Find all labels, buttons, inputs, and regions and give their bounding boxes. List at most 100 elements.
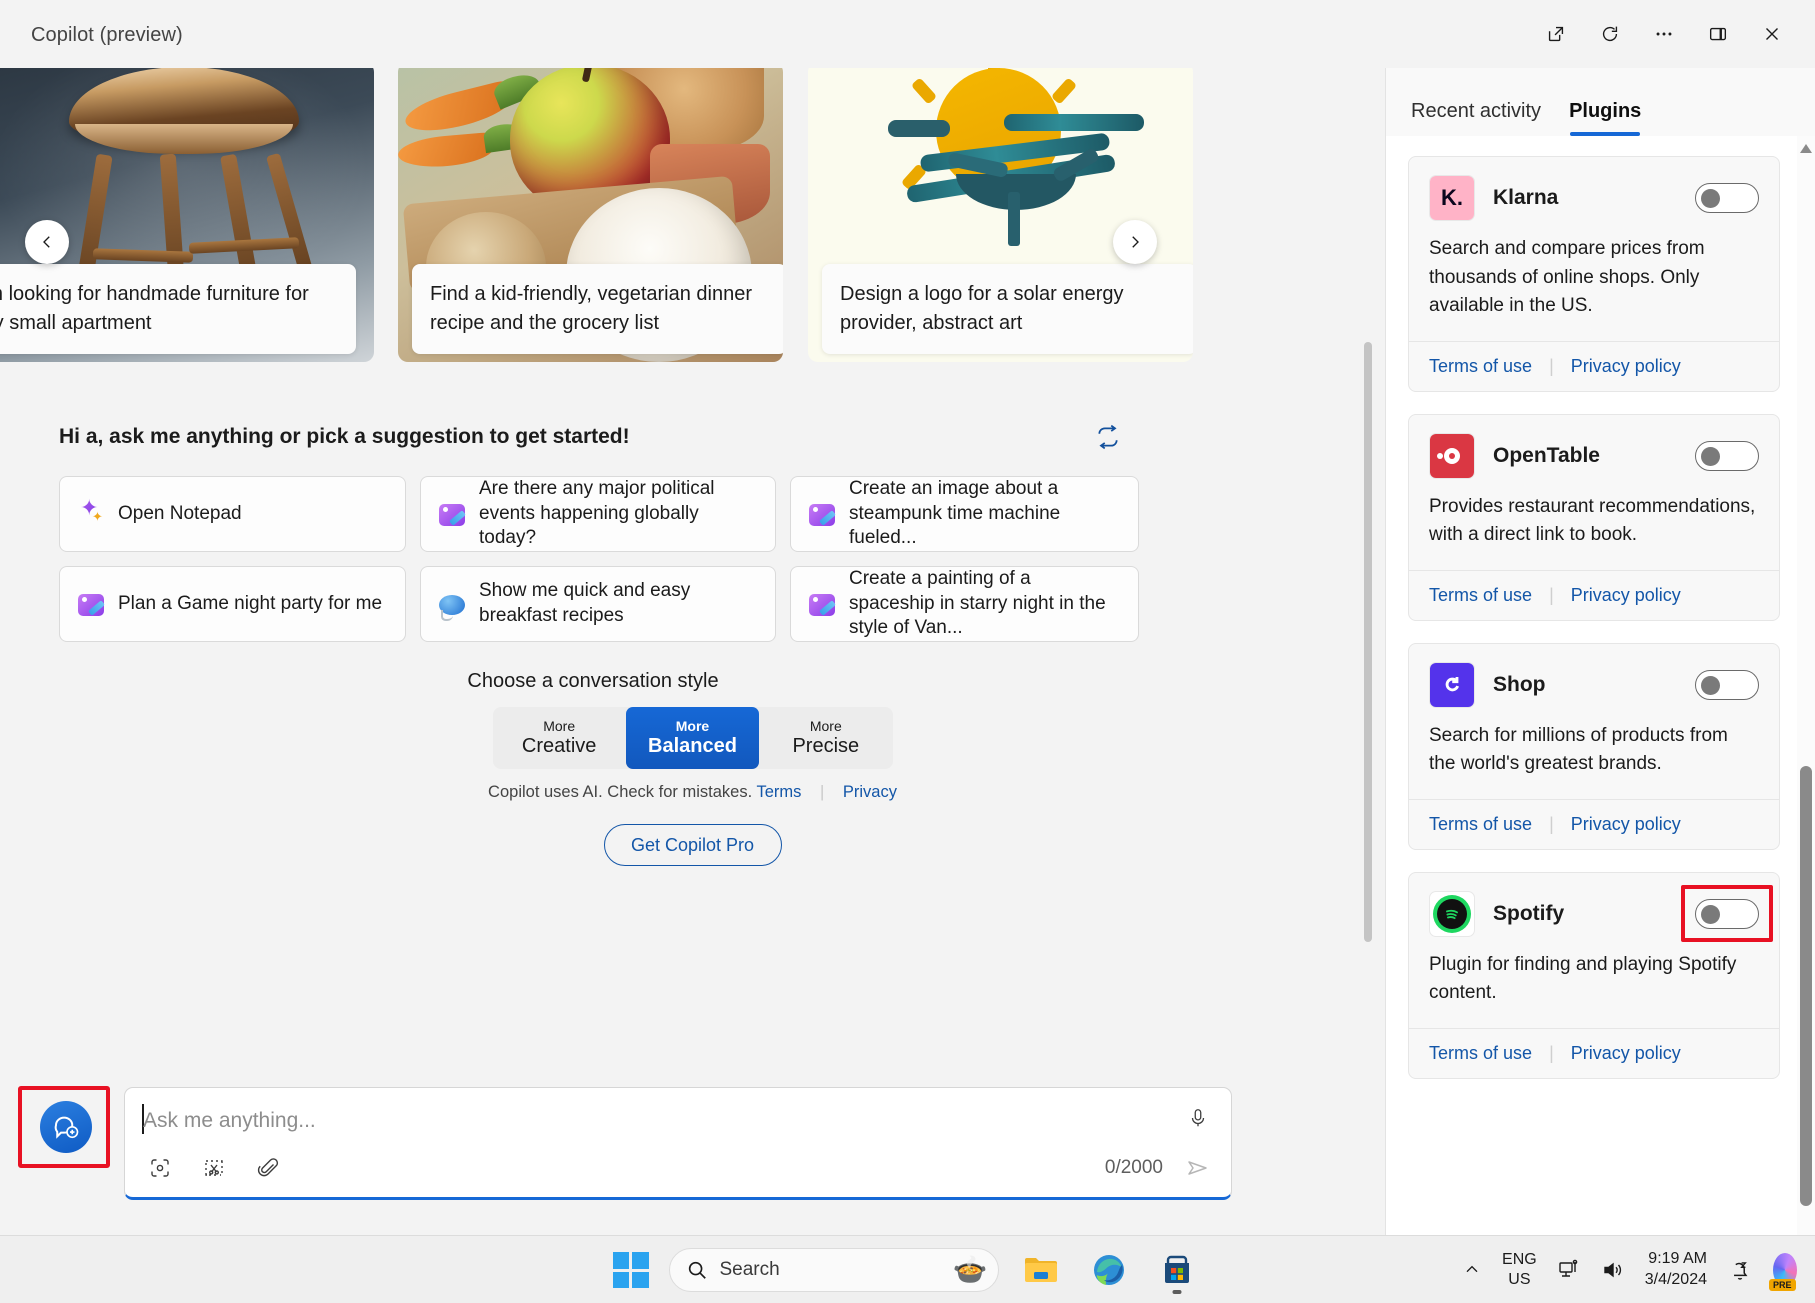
plugin-header: Spotify bbox=[1409, 873, 1779, 945]
plugin-card-opentable: OpenTable Provides restaurant recommenda… bbox=[1408, 413, 1780, 621]
clock-time: 9:19 AM bbox=[1648, 1250, 1707, 1268]
get-copilot-pro-button[interactable]: Get Copilot Pro bbox=[603, 824, 782, 866]
links-separator: | bbox=[1549, 355, 1554, 376]
conversation-style-label: Choose a conversation style bbox=[467, 670, 719, 692]
privacy-link[interactable]: Privacy bbox=[843, 783, 897, 801]
style-option-top: More bbox=[675, 718, 710, 735]
plugin-description: Search and compare prices from thousands… bbox=[1429, 238, 1705, 316]
refresh-suggestions-icon[interactable] bbox=[1091, 420, 1125, 454]
preview-badge: PRE bbox=[1769, 1279, 1796, 1291]
more-options-icon[interactable] bbox=[1637, 10, 1691, 58]
privacy-policy-link[interactable]: Privacy policy bbox=[1571, 585, 1681, 605]
window-titlebar: Copilot (preview) bbox=[0, 0, 1815, 68]
terms-of-use-link[interactable]: Terms of use bbox=[1429, 1043, 1532, 1063]
sparkle-icon bbox=[78, 495, 104, 527]
message-composer[interactable]: 0/2000 bbox=[124, 1087, 1232, 1200]
style-option-creative[interactable]: More Creative bbox=[493, 707, 626, 769]
plugin-toggle-opentable[interactable] bbox=[1695, 440, 1759, 471]
show-hidden-icons-chevron-icon[interactable] bbox=[1454, 1254, 1490, 1286]
volume-icon[interactable] bbox=[1593, 1252, 1633, 1288]
file-explorer-icon[interactable] bbox=[1015, 1244, 1067, 1296]
plugin-toggle-shop[interactable] bbox=[1695, 669, 1759, 700]
privacy-policy-link[interactable]: Privacy policy bbox=[1571, 1043, 1681, 1063]
privacy-policy-link[interactable]: Privacy policy bbox=[1571, 356, 1681, 376]
suggestion-chip[interactable]: Open Notepad bbox=[59, 476, 406, 552]
copilot-tray-icon[interactable]: PRE bbox=[1765, 1250, 1805, 1291]
terms-link[interactable]: Terms bbox=[756, 783, 801, 801]
attach-file-icon[interactable] bbox=[248, 1149, 288, 1187]
suggestion-chip-label: Show me quick and easy breakfast recipes bbox=[479, 580, 691, 626]
screenshot-snip-icon[interactable] bbox=[194, 1149, 234, 1187]
microsoft-edge-icon[interactable] bbox=[1083, 1244, 1135, 1296]
tab-plugins[interactable]: Plugins bbox=[1569, 100, 1641, 136]
style-option-balanced[interactable]: More Balanced bbox=[625, 707, 760, 769]
titlebar-actions bbox=[1529, 10, 1799, 58]
new-topic-button[interactable] bbox=[40, 1101, 92, 1153]
greeting-row: Hi a, ask me anything or pick a suggesti… bbox=[59, 420, 1125, 454]
clock-date: 3/4/2024 bbox=[1644, 1271, 1707, 1288]
links-separator: | bbox=[1549, 1042, 1554, 1063]
microsoft-store-icon[interactable] bbox=[1151, 1244, 1203, 1296]
open-in-new-window-icon[interactable] bbox=[1529, 10, 1583, 58]
plugin-description: Provides restaurant recommendations, wit… bbox=[1429, 495, 1756, 546]
plugin-header: K. Klarna bbox=[1409, 157, 1779, 229]
plugin-name: Spotify bbox=[1493, 901, 1565, 925]
designer-icon bbox=[809, 593, 835, 616]
taskbar-search-box[interactable]: Search 🍲 bbox=[668, 1248, 999, 1292]
microphone-icon[interactable] bbox=[1179, 1098, 1217, 1138]
legal-row: Copilot uses AI. Check for mistakes. Ter… bbox=[100, 783, 1286, 802]
designer-icon bbox=[439, 503, 465, 526]
chat-scrollbar-thumb[interactable] bbox=[1364, 342, 1372, 942]
style-option-top: More bbox=[809, 718, 842, 735]
suggestion-chip[interactable]: Create an image about a steampunk time m… bbox=[790, 476, 1139, 552]
plugin-name: OpenTable bbox=[1493, 443, 1600, 467]
carousel-card-caption: I'm looking for handmade furniture for m… bbox=[0, 264, 356, 354]
split-pane-icon[interactable] bbox=[1691, 10, 1745, 58]
suggestion-chip-label: Are there any major political events hap… bbox=[479, 477, 715, 549]
network-icon[interactable] bbox=[1549, 1252, 1589, 1288]
privacy-policy-link[interactable]: Privacy policy bbox=[1571, 814, 1681, 834]
close-icon[interactable] bbox=[1745, 10, 1799, 58]
carousel-prev-button[interactable] bbox=[25, 220, 69, 264]
carousel-card[interactable]: I'm looking for handmade furniture for m… bbox=[0, 68, 374, 362]
suggestion-chips: Open Notepad Are there any major politic… bbox=[59, 476, 1139, 642]
notifications-bell-icon[interactable] bbox=[1719, 1251, 1761, 1289]
style-option-precise[interactable]: More Precise bbox=[759, 707, 892, 769]
taskbar-search-label: Search bbox=[719, 1259, 780, 1280]
message-input[interactable] bbox=[143, 1104, 1143, 1138]
plugin-name: Shop bbox=[1493, 672, 1546, 696]
terms-of-use-link[interactable]: Terms of use bbox=[1429, 585, 1532, 605]
language-top: ENG bbox=[1502, 1251, 1537, 1268]
language-indicator[interactable]: ENG US bbox=[1494, 1244, 1545, 1296]
suggestion-chip[interactable]: Show me quick and easy breakfast recipes bbox=[420, 566, 776, 642]
visual-search-icon[interactable] bbox=[140, 1149, 180, 1187]
plugin-toggle-klarna[interactable] bbox=[1695, 183, 1759, 213]
carousel-next-button[interactable] bbox=[1113, 220, 1157, 264]
shop-logo bbox=[1429, 661, 1475, 708]
terms-of-use-link[interactable]: Terms of use bbox=[1429, 356, 1532, 376]
copilot-window: Copilot (preview) looking for handmade f… bbox=[0, 0, 1815, 1303]
suggestion-carousel: I'm looking for handmade furniture for m… bbox=[0, 68, 1385, 362]
suggestion-chip[interactable]: Create a painting of a spaceship in star… bbox=[790, 566, 1139, 642]
plugin-links: Terms of use | Privacy policy bbox=[1409, 569, 1779, 620]
start-button-icon[interactable] bbox=[612, 1252, 649, 1288]
carousel-card[interactable]: Find a kid-friendly, vegetarian dinner r… bbox=[398, 68, 783, 362]
send-button[interactable] bbox=[1179, 1151, 1217, 1185]
clock[interactable]: 9:19 AM 3/4/2024 bbox=[1637, 1243, 1715, 1297]
plugin-name: Klarna bbox=[1493, 186, 1559, 209]
search-icon bbox=[688, 1261, 706, 1279]
sidebar-scrollbar-thumb[interactable] bbox=[1800, 766, 1812, 1206]
spotify-logo bbox=[1429, 890, 1475, 937]
scroll-up-arrow-icon[interactable] bbox=[1797, 140, 1815, 156]
sidebar-scrollbar[interactable] bbox=[1797, 136, 1815, 1235]
tab-recent-activity[interactable]: Recent activity bbox=[1411, 100, 1541, 136]
suggestion-chip[interactable]: Are there any major political events hap… bbox=[420, 476, 776, 552]
legal-separator: | bbox=[819, 783, 825, 801]
designer-icon bbox=[809, 503, 835, 526]
refresh-icon[interactable] bbox=[1583, 10, 1637, 58]
style-option-top: More bbox=[543, 718, 576, 735]
carousel-card[interactable]: Design a logo for a solar energy provide… bbox=[808, 68, 1193, 362]
suggestion-chip[interactable]: Plan a Game night party for me bbox=[59, 566, 406, 642]
terms-of-use-link[interactable]: Terms of use bbox=[1429, 814, 1532, 834]
plugin-toggle-spotify[interactable] bbox=[1695, 898, 1759, 929]
